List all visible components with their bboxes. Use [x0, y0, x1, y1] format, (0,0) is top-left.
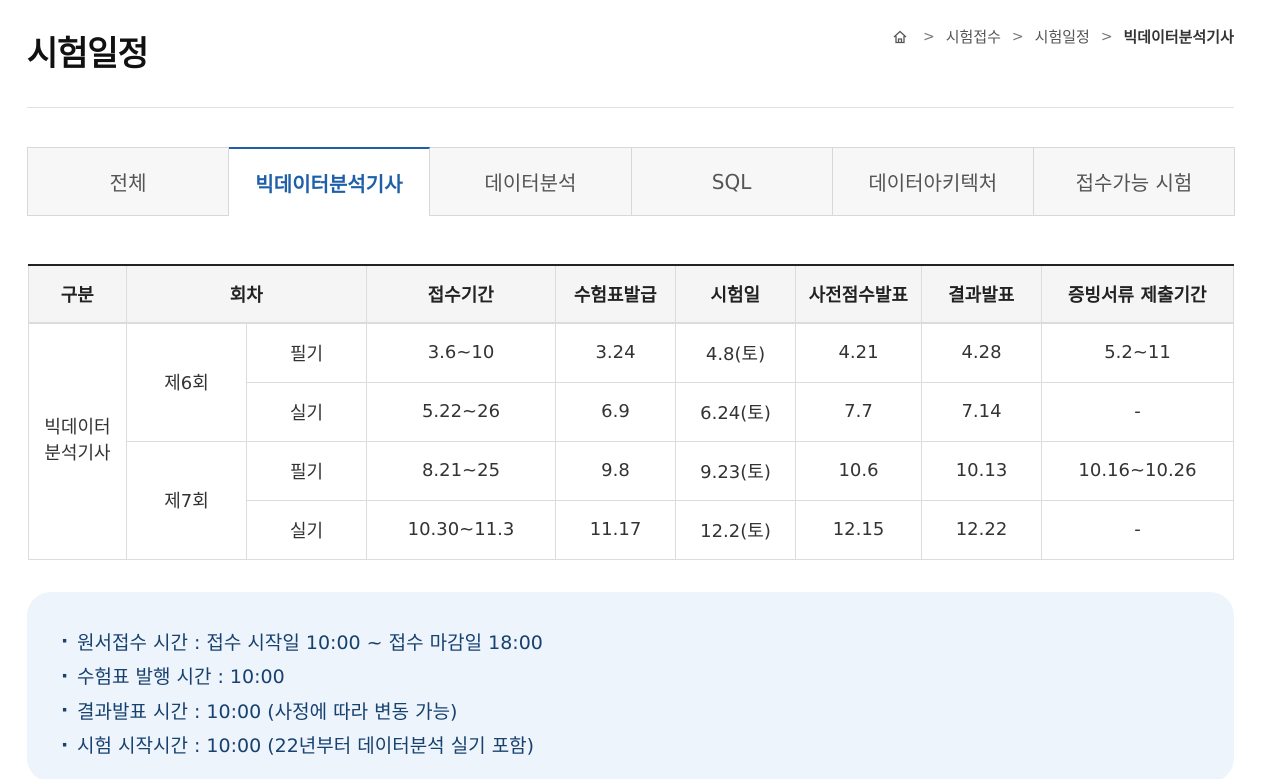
tab-data-analysis[interactable]: 데이터분석: [430, 147, 632, 216]
documents-cell: 10.16~10.26: [1041, 440, 1234, 501]
tab-bigdata-analyst[interactable]: 빅데이터분석기사: [229, 147, 431, 216]
tab-sql[interactable]: SQL: [631, 147, 833, 216]
pre-score-cell: 7.7: [795, 381, 922, 442]
pre-score-cell: 12.15: [795, 499, 922, 560]
notice-box: · 원서접수 시간 : 접수 시작일 10:00 ~ 접수 마감일 18:00 ·…: [27, 592, 1234, 779]
category-cell: 빅데이터 분석기사: [28, 322, 127, 560]
header-exam-date: 시험일: [675, 264, 796, 324]
exam-date-cell: 12.2(토): [675, 499, 796, 560]
exam-type-cell: 실기: [246, 499, 367, 560]
exam-date-cell: 4.8(토): [675, 322, 796, 383]
ticket-cell: 11.17: [555, 499, 676, 560]
round-cell: 제6회: [126, 322, 247, 442]
chevron-right-icon: >: [922, 28, 935, 45]
tab-data-architecture[interactable]: 데이터아키텍처: [832, 147, 1034, 216]
registration-cell: 5.22~26: [366, 381, 556, 442]
header-pre-score: 사전점수발표: [795, 264, 922, 324]
header-documents: 증빙서류 제출기간: [1041, 264, 1234, 324]
round-cell: 제7회: [126, 440, 247, 560]
exam-type-cell: 필기: [246, 322, 367, 383]
result-cell: 12.22: [921, 499, 1042, 560]
exam-type-cell: 실기: [246, 381, 367, 442]
header-category: 구분: [28, 264, 127, 324]
registration-cell: 10.30~11.3: [366, 499, 556, 560]
breadcrumb-item-registration[interactable]: 시험접수: [946, 26, 1001, 47]
notice-item: · 수험표 발행 시간 : 10:00: [61, 664, 285, 689]
chevron-right-icon: >: [1100, 28, 1113, 45]
breadcrumb-item-current: 빅데이터분석기사: [1123, 28, 1234, 46]
schedule-table: 구분 회차 접수기간 수험표발급 시험일 사전점수발표 결과발표 증빙서류 제출…: [28, 264, 1234, 560]
ticket-cell: 6.9: [555, 381, 676, 442]
header-ticket: 수험표발급: [555, 264, 676, 324]
result-cell: 4.28: [921, 322, 1042, 383]
pre-score-cell: 4.21: [795, 322, 922, 383]
notice-item: · 시험 시작시간 : 10:00 (22년부터 데이터분석 실기 포함): [61, 733, 535, 758]
documents-cell: 5.2~11: [1041, 322, 1234, 383]
tab-open-exams[interactable]: 접수가능 시험: [1033, 147, 1236, 216]
table-header-row: 구분 회차 접수기간 수험표발급 시험일 사전점수발표 결과발표 증빙서류 제출…: [28, 264, 1234, 324]
chevron-right-icon: >: [1011, 28, 1024, 45]
result-cell: 7.14: [921, 381, 1042, 442]
pre-score-cell: 10.6: [795, 440, 922, 501]
table-row: 빅데이터 분석기사 제6회 필기 3.6~10 3.24 4.8(토) 4.21…: [28, 322, 1234, 560]
breadcrumb-item-schedule[interactable]: 시험일정: [1035, 26, 1090, 47]
category-label-line2: 분석기사: [44, 443, 111, 465]
result-cell: 10.13: [921, 440, 1042, 501]
exam-date-cell: 6.24(토): [675, 381, 796, 442]
documents-cell: -: [1041, 381, 1234, 442]
exam-tabs: 전체 빅데이터분석기사 데이터분석 SQL 데이터아키텍처 접수가능 시험: [27, 147, 1236, 216]
home-icon[interactable]: [892, 29, 908, 45]
breadcrumb: > 시험접수 > 시험일정 > 빅데이터분석기사: [892, 26, 1234, 47]
exam-date-cell: 9.23(토): [675, 440, 796, 501]
notice-item: · 원서접수 시간 : 접수 시작일 10:00 ~ 접수 마감일 18:00: [61, 630, 543, 654]
category-label-line1: 빅데이터: [44, 417, 111, 439]
exam-type-cell: 필기: [246, 440, 367, 501]
table-row: 제7회 필기 8.21~25 9.8 9.23(토) 10.6 10.13 10…: [29, 440, 1234, 560]
header-result: 결과발표: [921, 264, 1042, 324]
header-round: 회차: [126, 264, 367, 324]
header-divider: [27, 107, 1234, 108]
notice-item: · 결과발표 시간 : 10:00 (사정에 따라 변동 가능): [61, 699, 458, 723]
ticket-cell: 3.24: [555, 322, 676, 383]
page-title: 시험일정: [27, 34, 149, 74]
registration-cell: 3.6~10: [366, 322, 556, 383]
ticket-cell: 9.8: [555, 440, 676, 501]
registration-cell: 8.21~25: [366, 440, 556, 501]
documents-cell: -: [1041, 499, 1234, 560]
tab-all[interactable]: 전체: [27, 147, 230, 216]
header-registration: 접수기간: [366, 264, 556, 324]
